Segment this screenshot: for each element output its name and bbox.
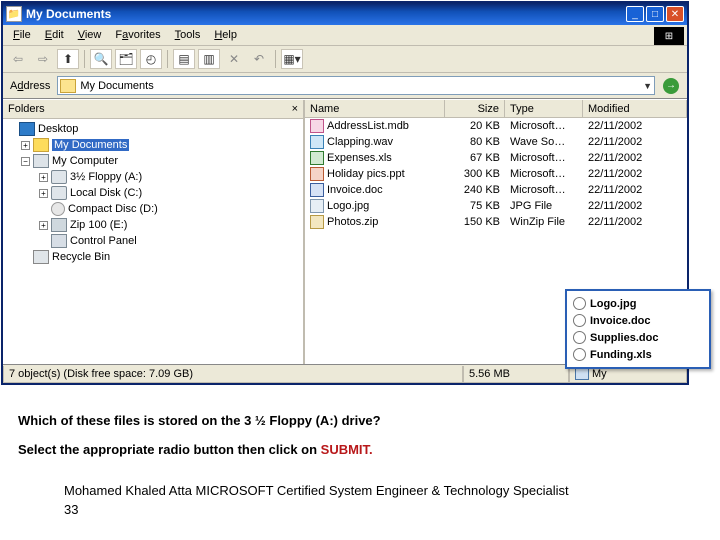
file-icon (310, 183, 324, 197)
folder-icon: 📁 (6, 6, 22, 22)
folders-header: Folders (8, 103, 292, 115)
file-icon (310, 119, 324, 133)
address-label: Address (7, 80, 53, 92)
back-button[interactable]: ⇦ (7, 49, 29, 69)
window-title: My Documents (26, 7, 626, 21)
windows-logo-icon: ⊞ (654, 27, 684, 45)
menu-favorites[interactable]: Favorites (109, 27, 166, 43)
tree-local-disk[interactable]: +Local Disk (C:) (5, 185, 301, 201)
computer-icon (575, 368, 589, 380)
file-icon (310, 151, 324, 165)
folder-tree[interactable]: Desktop +My Documents −My Computer +3½ F… (3, 119, 303, 364)
col-modified[interactable]: Modified (583, 100, 687, 117)
radio-input[interactable] (573, 297, 586, 310)
move-button[interactable]: ▤ (173, 49, 195, 69)
menu-help[interactable]: Help (208, 27, 243, 43)
copy-button[interactable]: ▥ (198, 49, 220, 69)
control-panel-icon (51, 234, 67, 248)
col-size[interactable]: Size (445, 100, 505, 117)
table-row[interactable]: Photos.zip150 KBWinZip File22/11/2002 (305, 214, 687, 230)
dropdown-icon[interactable]: ▼ (643, 81, 652, 91)
file-icon (310, 167, 324, 181)
recycle-bin-icon (33, 250, 49, 264)
question-block: Which of these files is stored on the 3 … (0, 385, 720, 457)
up-button[interactable]: ⬆ (57, 49, 79, 69)
radio-option[interactable]: Funding.xls (573, 346, 703, 363)
undo-button[interactable]: ↶ (248, 49, 270, 69)
col-name[interactable]: Name (305, 100, 445, 117)
menu-edit[interactable]: Edit (39, 27, 70, 43)
folder-icon (60, 79, 76, 93)
menu-view[interactable]: View (72, 27, 108, 43)
question-line2: Select the appropriate radio button then… (18, 442, 720, 457)
go-button[interactable]: → (659, 78, 683, 94)
cd-icon (51, 202, 65, 216)
floppy-icon (51, 170, 67, 184)
col-type[interactable]: Type (505, 100, 583, 117)
table-row[interactable]: AddressList.mdb20 KBMicrosoft…22/11/2002 (305, 118, 687, 134)
tree-desktop[interactable]: Desktop (5, 121, 301, 137)
folders-button[interactable]: 🗂 (115, 49, 137, 69)
address-field[interactable]: My Documents ▼ (57, 76, 655, 95)
question-line1: Which of these files is stored on the 3 … (18, 413, 720, 428)
table-row[interactable]: Logo.jpg75 KBJPG File22/11/2002 (305, 198, 687, 214)
maximize-button[interactable]: □ (646, 6, 664, 22)
tree-floppy[interactable]: +3½ Floppy (A:) (5, 169, 301, 185)
radio-option[interactable]: Logo.jpg (573, 295, 703, 312)
table-row[interactable]: Clapping.wav80 KBWave So…22/11/2002 (305, 134, 687, 150)
status-objects: 7 object(s) (Disk free space: 7.09 GB) (3, 366, 463, 383)
table-row[interactable]: Invoice.doc240 KBMicrosoft…22/11/2002 (305, 182, 687, 198)
drive-icon (51, 186, 67, 200)
folder-icon (33, 138, 49, 152)
desktop-icon (19, 122, 35, 136)
close-button[interactable]: ✕ (666, 6, 684, 22)
tree-control-panel[interactable]: Control Panel (5, 233, 301, 249)
file-icon (310, 199, 324, 213)
minimize-button[interactable]: _ (626, 6, 644, 22)
radio-input[interactable] (573, 314, 586, 327)
menu-tools[interactable]: Tools (169, 27, 207, 43)
table-row[interactable]: Expenses.xls67 KBMicrosoft…22/11/2002 (305, 150, 687, 166)
status-totalsize: 5.56 MB (463, 366, 569, 383)
computer-icon (33, 154, 49, 168)
table-row[interactable]: Holiday pics.ppt300 KBMicrosoft…22/11/20… (305, 166, 687, 182)
tree-my-computer[interactable]: −My Computer (5, 153, 301, 169)
address-bar: Address My Documents ▼ → (3, 73, 687, 99)
delete-button[interactable]: ✕ (223, 49, 245, 69)
toolbar: ⇦ ⇨ ⬆ 🔍 🗂 ◴ ▤ ▥ ✕ ↶ ▦▾ (3, 46, 687, 73)
address-value: My Documents (80, 80, 153, 92)
go-icon: → (663, 78, 679, 94)
title-bar[interactable]: 📁 My Documents _ □ ✕ (3, 3, 687, 25)
tree-my-documents[interactable]: +My Documents (5, 137, 301, 153)
footer: Mohamed Khaled Atta MICROSOFT Certified … (0, 457, 720, 517)
zip-drive-icon (51, 218, 67, 232)
close-pane-button[interactable]: × (292, 103, 298, 115)
radio-input[interactable] (573, 348, 586, 361)
search-button[interactable]: 🔍 (90, 49, 112, 69)
radio-option[interactable]: Supplies.doc (573, 329, 703, 346)
footer-text: Mohamed Khaled Atta MICROSOFT Certified … (64, 483, 720, 498)
column-headers[interactable]: Name Size Type Modified (305, 100, 687, 118)
answer-popup: Logo.jpgInvoice.docSupplies.docFunding.x… (565, 289, 711, 369)
page-number: 33 (64, 498, 720, 517)
radio-input[interactable] (573, 331, 586, 344)
file-icon (310, 215, 324, 229)
forward-button: ⇨ (32, 49, 54, 69)
menu-file[interactable]: File (7, 27, 37, 43)
menu-bar: File Edit View Favorites Tools Help ⊞ (3, 25, 687, 46)
tree-zip[interactable]: +Zip 100 (E:) (5, 217, 301, 233)
tree-recycle-bin[interactable]: Recycle Bin (5, 249, 301, 265)
file-icon (310, 135, 324, 149)
radio-option[interactable]: Invoice.doc (573, 312, 703, 329)
tree-cd[interactable]: Compact Disc (D:) (5, 201, 301, 217)
folders-pane: Folders × Desktop +My Documents −My Comp… (3, 100, 305, 364)
views-button[interactable]: ▦▾ (281, 49, 303, 69)
history-button[interactable]: ◴ (140, 49, 162, 69)
